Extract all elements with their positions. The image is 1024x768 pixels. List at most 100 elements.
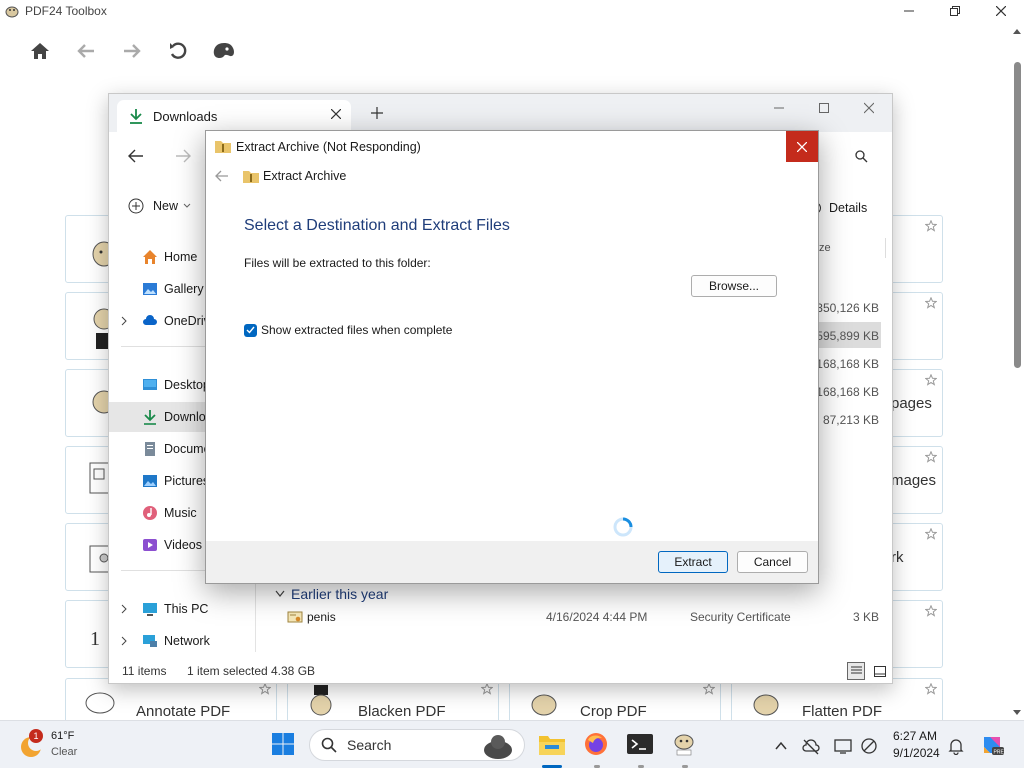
back-icon — [77, 44, 94, 58]
search-icon[interactable] — [855, 150, 868, 163]
computer-icon — [143, 603, 157, 616]
chevron-right-icon[interactable] — [121, 604, 127, 614]
favorite-star-icon[interactable] — [925, 451, 937, 463]
group-header-label: Earlier this year — [291, 586, 389, 602]
tiles-view-button[interactable] — [871, 662, 889, 680]
show-files-checkbox[interactable]: Show extracted files when complete — [244, 323, 452, 337]
terminal-icon — [627, 734, 653, 754]
column-header-size[interactable]: ze — [819, 242, 831, 254]
browse-button[interactable]: Browse... — [691, 275, 777, 297]
app-title: PDF24 Toolbox — [25, 4, 107, 18]
home-button[interactable] — [24, 36, 56, 66]
taskbar-search[interactable]: Search — [309, 729, 525, 761]
sidebar-label: Desktop — [164, 378, 210, 392]
sidebar-label: Gallery — [164, 282, 204, 296]
file-size: 3 KB — [852, 610, 879, 624]
file-size: 87,213 KB — [822, 413, 879, 427]
clock-time[interactable]: 6:27 AM — [893, 729, 937, 743]
restore-button[interactable] — [932, 0, 978, 22]
taskbar-app-terminal[interactable] — [627, 731, 653, 757]
favorite-star-icon[interactable] — [925, 605, 937, 617]
favorite-star-icon[interactable] — [925, 683, 937, 695]
sidebar-item-network[interactable]: Network — [109, 626, 249, 656]
scroll-thumb[interactable] — [1014, 62, 1021, 368]
dialog-titlebar: Extract Archive (Not Responding) — [206, 131, 818, 162]
scroll-down-icon[interactable] — [1013, 708, 1021, 716]
chevron-up-icon[interactable] — [772, 737, 790, 755]
music-icon — [143, 506, 157, 520]
back-icon[interactable] — [215, 170, 229, 182]
tile-label: Blacken PDF — [358, 703, 446, 720]
favorite-star-icon[interactable] — [925, 297, 937, 309]
forward-icon[interactable] — [175, 149, 191, 163]
search-icon — [321, 737, 337, 753]
explorer-status-bar: 11 items 1 item selected 4.38 GB — [109, 659, 892, 683]
display-icon[interactable] — [834, 737, 852, 755]
tab-title: Downloads — [153, 108, 218, 124]
favorite-star-icon[interactable] — [925, 374, 937, 386]
new-tab-icon[interactable] — [371, 107, 383, 119]
volume-muted-icon[interactable] — [860, 737, 878, 755]
table-row[interactable]: penis 4/16/2024 4:44 PM Security Certifi… — [249, 604, 894, 630]
forward-button[interactable] — [116, 36, 148, 66]
file-size: 168,168 KB — [816, 357, 879, 371]
scroll-up-icon[interactable] — [1013, 28, 1021, 36]
favorite-star-icon[interactable] — [259, 683, 271, 695]
cancel-button[interactable]: Cancel — [737, 551, 808, 573]
file-list-scrollbar[interactable] — [882, 266, 885, 646]
weather-widget[interactable]: 1 61°F Clear — [18, 729, 138, 763]
sidebar-label: Docume — [164, 442, 211, 456]
group-header[interactable]: Earlier this year — [275, 586, 388, 602]
undo-button[interactable] — [162, 36, 194, 66]
dialog-footer: Extract Cancel — [206, 541, 818, 583]
pictures-icon — [143, 475, 157, 487]
checkmark-icon — [246, 326, 255, 334]
file-type: Security Certificate — [690, 610, 791, 624]
taskbar-app-firefox[interactable] — [583, 731, 609, 757]
notification-bell-icon[interactable] — [947, 737, 965, 755]
checkbox-box[interactable] — [244, 323, 257, 337]
taskbar-app-pdf24[interactable] — [671, 731, 697, 757]
app-scrollbar[interactable] — [1010, 22, 1024, 720]
file-size: 595,899 KB — [816, 329, 879, 343]
close-button[interactable] — [978, 0, 1024, 22]
close-icon — [996, 6, 1006, 16]
sidebar-item-this-pc[interactable]: This PC — [109, 594, 249, 624]
svg-text:PRE: PRE — [994, 750, 1005, 756]
zip-folder-icon — [243, 171, 259, 183]
favorite-star-icon[interactable] — [481, 683, 493, 695]
close-tab-icon[interactable] — [331, 109, 341, 119]
favorite-star-icon[interactable] — [925, 220, 937, 232]
palette-button[interactable] — [208, 36, 240, 66]
undo-icon — [170, 42, 187, 59]
dialog-title: Extract Archive (Not Responding) — [236, 140, 421, 154]
busy-spinner-icon — [613, 517, 633, 537]
home-icon — [143, 250, 157, 264]
chevron-right-icon[interactable] — [121, 636, 127, 646]
app-titlebar: PDF24 Toolbox — [0, 0, 1024, 22]
dialog-close-button[interactable] — [786, 131, 818, 162]
chevron-right-icon[interactable] — [121, 316, 127, 326]
extract-button[interactable]: Extract — [658, 551, 728, 573]
favorite-star-icon[interactable] — [925, 528, 937, 540]
copilot-icon[interactable]: PRE — [980, 733, 1004, 757]
minimize-button[interactable] — [886, 0, 932, 22]
details-view-button[interactable] — [847, 662, 865, 680]
back-icon[interactable] — [128, 149, 144, 163]
minimize-icon[interactable] — [774, 101, 784, 115]
clock-date[interactable]: 9/1/2024 — [893, 746, 940, 760]
taskbar-app-file-explorer[interactable] — [539, 731, 565, 757]
destination-label: Files will be extracted to this folder: — [244, 256, 431, 270]
start-button[interactable] — [270, 731, 296, 757]
close-icon[interactable] — [864, 101, 874, 115]
new-button[interactable]: New — [128, 198, 191, 214]
add-icon — [128, 198, 144, 214]
back-button[interactable] — [70, 36, 102, 66]
search-highlight-icon — [484, 735, 512, 759]
maximize-icon[interactable] — [819, 101, 829, 115]
favorite-star-icon[interactable] — [703, 683, 715, 695]
zip-folder-icon — [215, 141, 231, 153]
cloud-offline-icon[interactable] — [802, 737, 820, 755]
tab-downloads[interactable]: Downloads — [117, 100, 351, 132]
chevron-down-icon — [275, 590, 285, 597]
